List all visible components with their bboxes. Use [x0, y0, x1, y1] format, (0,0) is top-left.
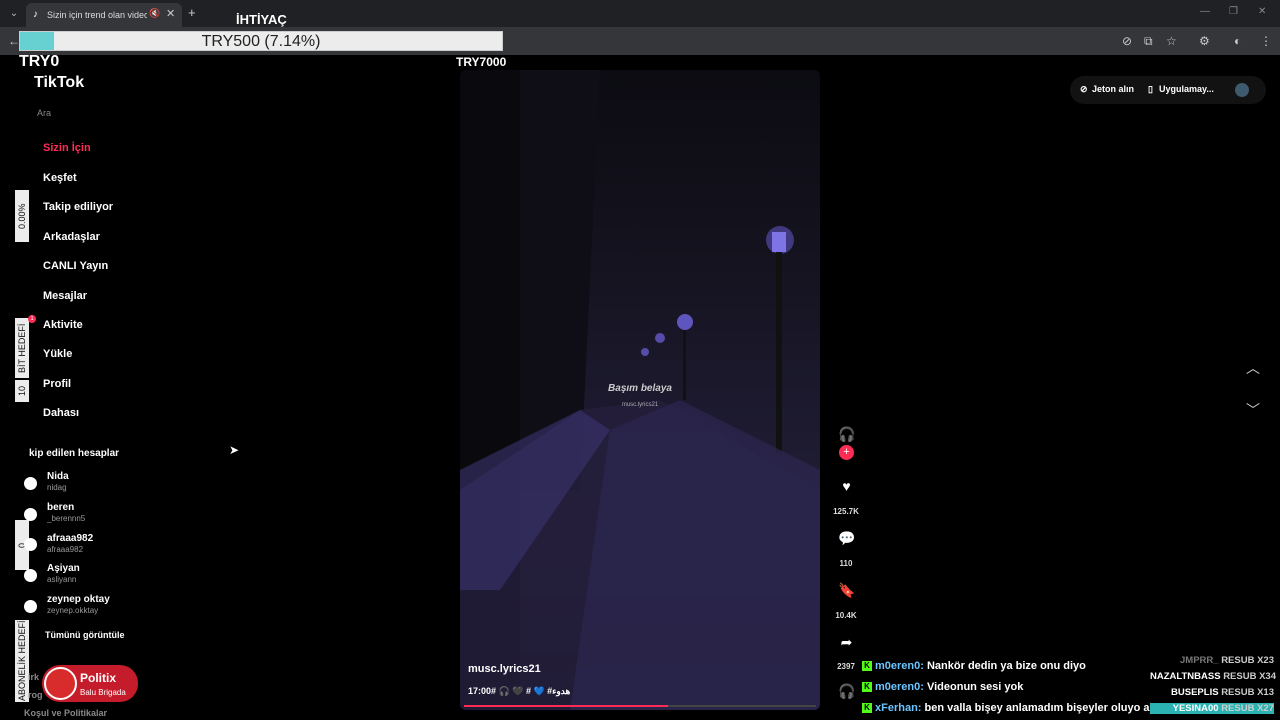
chat-message: KxFerhan: ben valla bişey anlamadım bişe… [862, 702, 1165, 714]
account-name[interactable]: zeynep oktay [47, 594, 110, 605]
account-name[interactable]: afraaa982 [47, 533, 93, 544]
bit-goal-label: BİT HEDEFİ [15, 318, 29, 378]
following-accounts-title: kip edilen hesaplar [29, 448, 120, 459]
share-icon[interactable]: ➦ [838, 634, 855, 651]
like-count: 125.7K [833, 507, 859, 516]
eye-off-icon[interactable]: ⊘ [1122, 34, 1132, 48]
minimize-icon[interactable]: — [1200, 6, 1210, 17]
sidebar-item-for-you[interactable]: Sizin İçin [43, 142, 91, 154]
avatar[interactable] [24, 508, 37, 521]
kick-icon: K [862, 703, 872, 714]
get-app-button[interactable]: Uygulamay... [1159, 84, 1214, 94]
sponsor-badge: Politix Balu Brigada [42, 665, 138, 702]
account-handle: _berennn5 [47, 514, 86, 523]
sidebar-item-following[interactable]: Takip ediliyor [43, 201, 113, 213]
goal-progress-text: TRY500 (7.14%) [201, 33, 321, 50]
tiktok-logo[interactable]: TikTok [34, 74, 84, 92]
sidebar-item-messages[interactable]: Mesajlar [43, 290, 87, 302]
sidebar-item-more[interactable]: Dahası [43, 407, 79, 419]
coin-icon: ⊘ [1080, 84, 1088, 94]
search-input[interactable]: Ara [37, 108, 51, 118]
avatar[interactable] [1235, 83, 1249, 97]
install-icon[interactable]: ⧉ [1144, 34, 1153, 49]
maximize-icon[interactable]: ❐ [1229, 6, 1238, 17]
footer-link[interactable]: Koşul ve Politikalar [24, 708, 107, 718]
goal-max: TRY7000 [456, 55, 507, 69]
resub-entry: JMPRR_ RESUB X23 [1180, 655, 1274, 666]
footer-link[interactable]: rog [28, 690, 43, 700]
profile-icon[interactable]: ◐ [1234, 34, 1241, 48]
avatar[interactable] [24, 569, 37, 582]
bit-goal-value: 10 [15, 380, 29, 402]
sidebar-item-live[interactable]: CANLI Yayın [43, 260, 108, 272]
avatar[interactable] [24, 538, 37, 551]
music-disc-icon[interactable]: 🎧 [838, 683, 855, 700]
avatar[interactable] [24, 477, 37, 490]
bookmark-icon[interactable]: 🔖 [838, 582, 855, 599]
account-name[interactable]: beren [47, 502, 74, 513]
chevron-down-icon[interactable]: ﹀ [1246, 400, 1260, 420]
kick-icon: K [862, 682, 872, 693]
video-description: 17:00# 🎧 🖤 # 💙 #هدوء [468, 686, 571, 696]
account-handle: nidag [47, 483, 67, 492]
resub-entry: BUSEPLIS RESUB X13 [1171, 687, 1274, 698]
sidebar-item-activity[interactable]: Aktivite [43, 319, 83, 331]
video-progress-fill [464, 705, 669, 707]
sub-goal-label: ABONELİK HEDEFİ [15, 620, 29, 702]
browser-tab[interactable]: ♪ Sizin için trend olan videolar 🔇 ✕ [26, 3, 182, 27]
save-count: 10.4K [835, 611, 857, 620]
video-author[interactable]: musc.lyrics21 [468, 663, 541, 675]
plus-icon[interactable]: + [188, 5, 196, 20]
phone-icon: ▯ [1148, 84, 1153, 94]
goal-progress-bar: TRY500 (7.14%) [19, 31, 503, 51]
sidebar-item-explore[interactable]: Keşfet [43, 172, 77, 184]
mouse-cursor-icon: ➤ [229, 443, 240, 457]
account-name[interactable]: Aşiyan [47, 563, 80, 574]
kick-icon: K [862, 661, 872, 672]
mute-icon[interactable]: 🔇 [149, 8, 160, 19]
star-icon[interactable]: ☆ [1166, 34, 1177, 48]
resub-entry: YESINA00 RESUB X27 [1150, 703, 1274, 714]
tiktok-icon: ♪ [33, 9, 38, 20]
chat-message: Km0eren0: Videonun sesi yok [862, 681, 1023, 693]
account-handle: zeynep.okktay [47, 606, 99, 615]
resub-entry: NAZALTNBASS RESUB X34 [1150, 671, 1276, 682]
chat-message: Km0eren0: Nankör dedin ya bize onu diyo [862, 660, 1086, 672]
sponsor-name: Politix [80, 671, 117, 685]
account-handle: afraaa982 [47, 545, 84, 554]
see-all-link[interactable]: Tümünü görüntüle [45, 630, 124, 640]
sidebar-item-profile[interactable]: Profil [43, 378, 71, 390]
sponsor-sub: Balu Brigada [80, 688, 126, 697]
video-player[interactable]: Başım belaya musc.lyrics21 [460, 70, 820, 710]
video-caption: Başım belaya [608, 383, 672, 394]
get-coins-button[interactable]: Jeton alın [1092, 84, 1134, 94]
goal-title: İHTİYAÇ [236, 12, 287, 27]
creator-avatar-icon[interactable]: 🎧 [838, 426, 855, 443]
chevron-up-icon[interactable]: ︿ [1246, 358, 1260, 378]
sidebar-item-friends[interactable]: Arkadaşlar [43, 231, 100, 243]
browser-tabstrip: ⌄ ♪ Sizin için trend olan videolar 🔇 ✕ +… [0, 0, 1280, 27]
footer-link[interactable]: irk [28, 672, 39, 682]
menu-chevron-icon[interactable]: ⌄ [6, 6, 22, 22]
account-name[interactable]: Nida [47, 471, 69, 482]
bit-goal-pct: 0.00% [15, 190, 29, 242]
activity-badge: 1 [28, 315, 36, 323]
comment-count: 110 [839, 559, 853, 568]
sidebar-item-upload[interactable]: Yükle [43, 348, 72, 360]
window-close-icon[interactable]: ✕ [1258, 6, 1266, 17]
goal-min: TRY0 [19, 53, 60, 70]
kebab-icon[interactable]: ⋮ [1260, 34, 1272, 48]
account-handle: asliyann [47, 575, 77, 584]
video-progress-bar[interactable] [464, 705, 816, 707]
follow-plus-icon[interactable]: + [839, 445, 854, 460]
share-count: 2397 [837, 662, 855, 671]
sponsor-logo [44, 667, 77, 700]
heart-icon[interactable]: ♥ [838, 478, 855, 494]
avatar[interactable] [24, 600, 37, 613]
video-caption-watermark: musc.lyrics21 [621, 402, 659, 408]
tab-title: Sizin için trend olan videolar [47, 10, 147, 20]
comment-icon[interactable]: 💬 [838, 530, 855, 547]
extensions-icon[interactable]: ⚙ [1199, 34, 1210, 48]
close-icon[interactable]: ✕ [166, 7, 175, 20]
